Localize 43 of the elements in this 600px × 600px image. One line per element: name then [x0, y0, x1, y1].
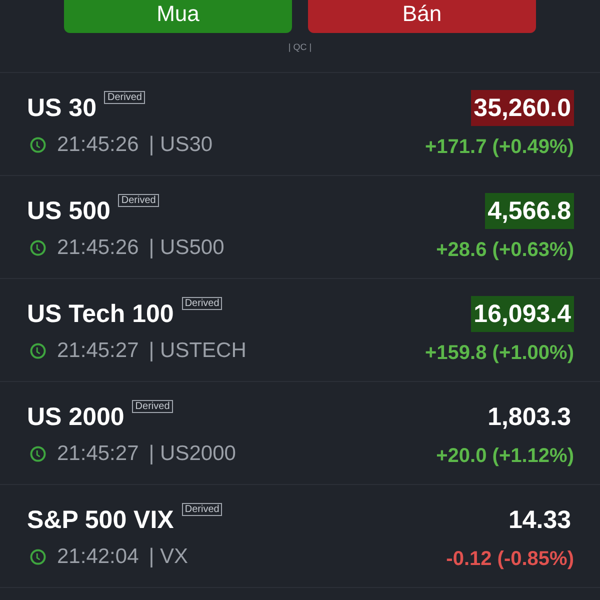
price-change: +28.6 (+0.63%) — [436, 239, 574, 262]
ad-label: | QC | — [288, 42, 312, 52]
price: 35,260.0 — [470, 90, 574, 126]
symbol-code: | VX — [148, 545, 188, 569]
instrument-name: US 500 — [27, 196, 110, 226]
symbol-code: | US500 — [148, 236, 224, 260]
symbol-code: | US2000 — [148, 442, 236, 466]
instrument-name: US Tech 100 — [27, 300, 174, 328]
quote-row[interactable]: US 500 Derived 21:45:26 | US500 4,566.8 +28.6 (+0.63%) — [0, 176, 600, 279]
price-change: -0.12 (-0.85%) — [446, 548, 574, 571]
quote-time: 21:45:27 — [57, 339, 139, 363]
derived-tag: Derived — [104, 91, 145, 104]
derived-tag: Derived — [182, 503, 222, 516]
quote-row[interactable]: US Tech 100 Derived 21:45:27 | USTECH 16,093.4 +159.8 (+1.00%) — [0, 279, 600, 382]
derived-tag: Derived — [118, 194, 159, 207]
clock-icon — [29, 548, 47, 566]
price-change: +159.8 (+1.00%) — [425, 342, 574, 365]
price: 1,803.3 — [486, 402, 572, 433]
quote-row[interactable]: S&P 500 VIX Derived 21:42:04 | VX 14.33 -0.12 (-0.85%) — [0, 485, 600, 588]
quote-time: 21:45:26 — [57, 133, 139, 157]
derived-tag: Derived — [132, 400, 173, 413]
instrument-name: S&P 500 VIX — [27, 506, 174, 534]
trade-button[interactable]: Bán — [308, 0, 536, 33]
price: 4,566.8 — [484, 193, 574, 229]
quote-time: 21:42:04 — [57, 545, 139, 569]
clock-icon — [29, 342, 47, 360]
price-change: +20.0 (+1.12%) — [436, 445, 574, 468]
clock-icon — [29, 136, 47, 154]
quote-row[interactable]: US 2000 Derived 21:45:27 | US2000 1,803.3 +20.0 (+1.12%) — [0, 382, 600, 485]
symbol-code: | US30 — [148, 133, 213, 157]
price: 14.33 — [507, 505, 572, 536]
trade-button[interactable]: Mua — [64, 0, 292, 33]
clock-icon — [29, 239, 47, 257]
instrument-name: US 2000 — [27, 402, 124, 432]
price-change: +171.7 (+0.49%) — [425, 136, 574, 159]
quote-time: 21:45:26 — [57, 236, 139, 260]
instrument-name: US 30 — [27, 94, 96, 122]
quote-time: 21:45:27 — [57, 442, 139, 466]
quote-row[interactable]: US 30 Derived 21:45:26 | US30 35,260.0 +171.7 (+0.49%) — [0, 73, 600, 176]
clock-icon — [29, 445, 47, 463]
symbol-code: | USTECH — [148, 339, 246, 363]
derived-tag: Derived — [182, 297, 222, 310]
price: 16,093.4 — [470, 296, 574, 332]
